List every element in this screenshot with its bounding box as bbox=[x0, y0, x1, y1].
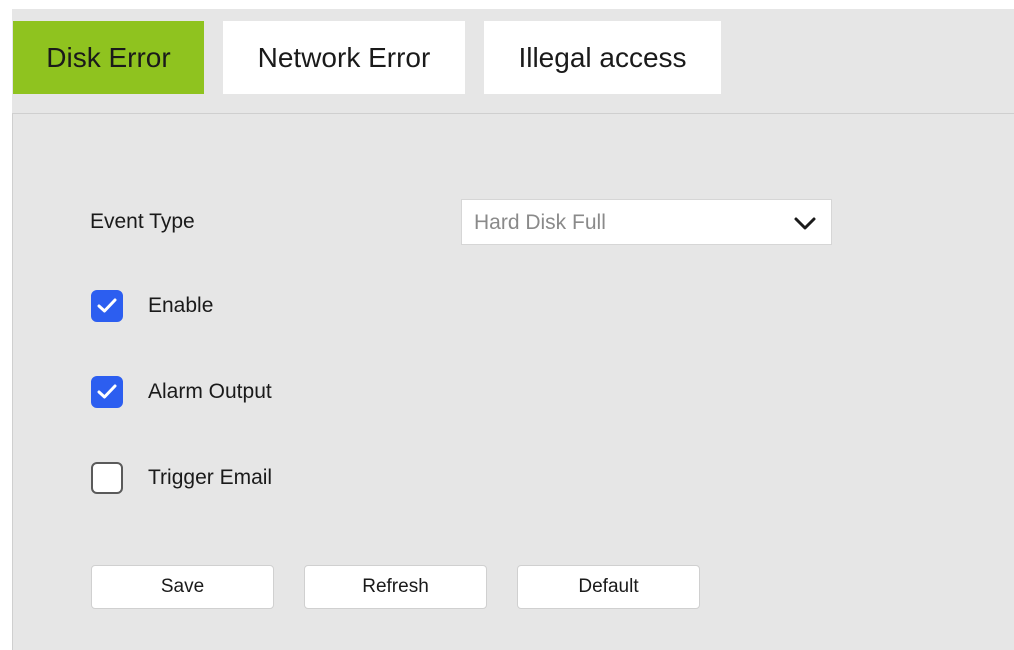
event-type-value: Hard Disk Full bbox=[474, 211, 606, 234]
enable-row: Enable bbox=[91, 288, 213, 324]
alarm-output-label: Alarm Output bbox=[148, 380, 272, 403]
refresh-button[interactable]: Refresh bbox=[304, 565, 487, 609]
trigger-email-label: Trigger Email bbox=[148, 466, 273, 489]
event-type-label: Event Type bbox=[90, 210, 195, 233]
alarm-output-checkbox[interactable] bbox=[91, 376, 123, 408]
alarm-output-row: Alarm Output bbox=[91, 374, 272, 410]
tab-illegal-access[interactable]: Illegal access bbox=[484, 21, 721, 94]
default-button[interactable]: Default bbox=[517, 565, 700, 609]
checkmark-icon bbox=[97, 384, 117, 399]
event-type-select[interactable]: Hard Disk Full bbox=[461, 199, 832, 245]
trigger-email-row: Trigger Email bbox=[91, 460, 272, 496]
save-button[interactable]: Save bbox=[91, 565, 274, 609]
enable-label: Enable bbox=[148, 294, 214, 317]
page: Disk Error Network Error Illegal access … bbox=[0, 0, 1014, 650]
enable-checkbox[interactable] bbox=[91, 290, 123, 322]
settings-panel: Event Type Hard Disk Full Enable Alarm O… bbox=[12, 113, 1014, 650]
tab-disk-error[interactable]: Disk Error bbox=[13, 21, 204, 94]
chevron-down-icon bbox=[794, 217, 816, 230]
tab-network-error[interactable]: Network Error bbox=[223, 21, 465, 94]
tab-bar: Disk Error Network Error Illegal access bbox=[12, 9, 1014, 113]
checkmark-icon bbox=[97, 298, 117, 313]
trigger-email-checkbox[interactable] bbox=[91, 462, 123, 494]
